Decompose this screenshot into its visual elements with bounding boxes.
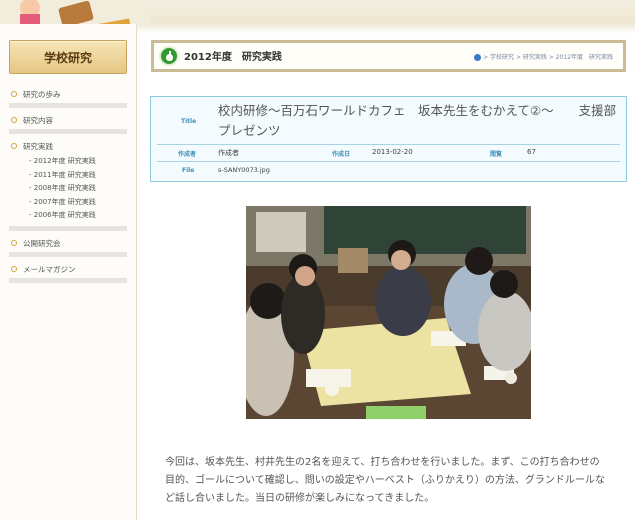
sidebar-item-history[interactable]: 研究の歩み bbox=[9, 86, 127, 103]
sidebar-item-label: 研究内容 bbox=[23, 116, 53, 125]
sidebar-title-label: 学校研究 bbox=[43, 50, 92, 65]
sidebar-item-practice[interactable]: 研究実践 bbox=[9, 138, 127, 155]
home-icon[interactable] bbox=[474, 54, 482, 61]
bullet-icon bbox=[11, 265, 17, 272]
bullet-icon bbox=[11, 91, 17, 97]
sidebar-item-label: 研究の歩み bbox=[23, 90, 61, 99]
page-header: 2012年度 研究実践 > 学校研究 > 研究実践 > 2012年度 研究実践 bbox=[151, 40, 626, 72]
apple-icon bbox=[159, 46, 179, 66]
file-link[interactable]: s-SANY0073.jpg bbox=[218, 166, 270, 174]
breadcrumb[interactable]: > 学校研究 > 研究実践 > 2012年度 研究実践 bbox=[474, 52, 613, 61]
sidebar-nav: 研究の歩み 研究内容 研究実践 - 2012年度 研究実践 - 2011年度 研… bbox=[9, 86, 127, 287]
divider bbox=[9, 225, 127, 231]
author-label: 作成者 bbox=[178, 151, 197, 158]
bullet-icon bbox=[11, 143, 17, 149]
divider bbox=[9, 277, 127, 283]
sidebar: 学校研究 研究の歩み 研究内容 研究実践 - 2012年度 研究実践 - 201… bbox=[0, 24, 137, 520]
breadcrumb-text[interactable]: > 学校研究 > 研究実践 > 2012年度 研究実践 bbox=[483, 54, 613, 61]
views-label: 閲覧 bbox=[490, 151, 503, 158]
sidebar-item-label: 研究実践 bbox=[23, 142, 53, 151]
title-label: Title bbox=[181, 118, 197, 125]
sidebar-subitem-2008[interactable]: - 2008年度 研究実践 bbox=[9, 182, 127, 196]
sidebar-item-open-research[interactable]: 公開研究会 bbox=[9, 235, 127, 252]
post-body: 今回は、坂本先生、村井先生の2名を迎えて、打ち合わせを行いました。まず、この打ち… bbox=[165, 457, 605, 504]
divider bbox=[9, 129, 127, 134]
post-title: 校内研修〜百万石ワールドカフェ 坂本先生をむかえて②〜 支援部プレゼンツ bbox=[218, 103, 617, 138]
file-label: File bbox=[182, 167, 195, 174]
bullet-icon bbox=[11, 239, 17, 246]
divider bbox=[9, 103, 127, 108]
meeting-photo bbox=[246, 206, 531, 419]
sidebar-item-label: メールマガジン bbox=[23, 264, 76, 274]
sidebar-subitem-2006[interactable]: - 2006年度 研究実践 bbox=[9, 209, 127, 223]
author-value: 作成者 bbox=[218, 149, 239, 157]
post-info-table: Title 校内研修〜百万石ワールドカフェ 坂本先生をむかえて②〜 支援部プレゼ… bbox=[150, 96, 627, 182]
date-label: 作成日 bbox=[332, 151, 351, 158]
sidebar-item-content[interactable]: 研究内容 bbox=[9, 112, 127, 129]
sidebar-subitem-2011[interactable]: - 2011年度 研究実践 bbox=[9, 169, 127, 183]
views-value: 67 bbox=[527, 148, 536, 156]
date-value: 2013-02-20 bbox=[372, 148, 413, 156]
main-content: 2012年度 研究実践 > 学校研究 > 研究実践 > 2012年度 研究実践 … bbox=[137, 24, 635, 520]
main-top-bar bbox=[137, 24, 635, 34]
sidebar-title: 学校研究 bbox=[9, 40, 127, 74]
bullet-icon bbox=[11, 117, 17, 123]
sidebar-item-mail-magazine[interactable]: メールマガジン bbox=[9, 261, 127, 278]
sidebar-item-label: 公開研究会 bbox=[23, 238, 61, 248]
divider bbox=[9, 251, 127, 257]
sidebar-subitem-2007[interactable]: - 2007年度 研究実践 bbox=[9, 196, 127, 210]
divider bbox=[157, 144, 620, 145]
page-title: 2012年度 研究実践 bbox=[184, 52, 282, 63]
sidebar-subitem-2012[interactable]: - 2012年度 研究実践 bbox=[9, 155, 127, 169]
divider bbox=[157, 161, 620, 162]
